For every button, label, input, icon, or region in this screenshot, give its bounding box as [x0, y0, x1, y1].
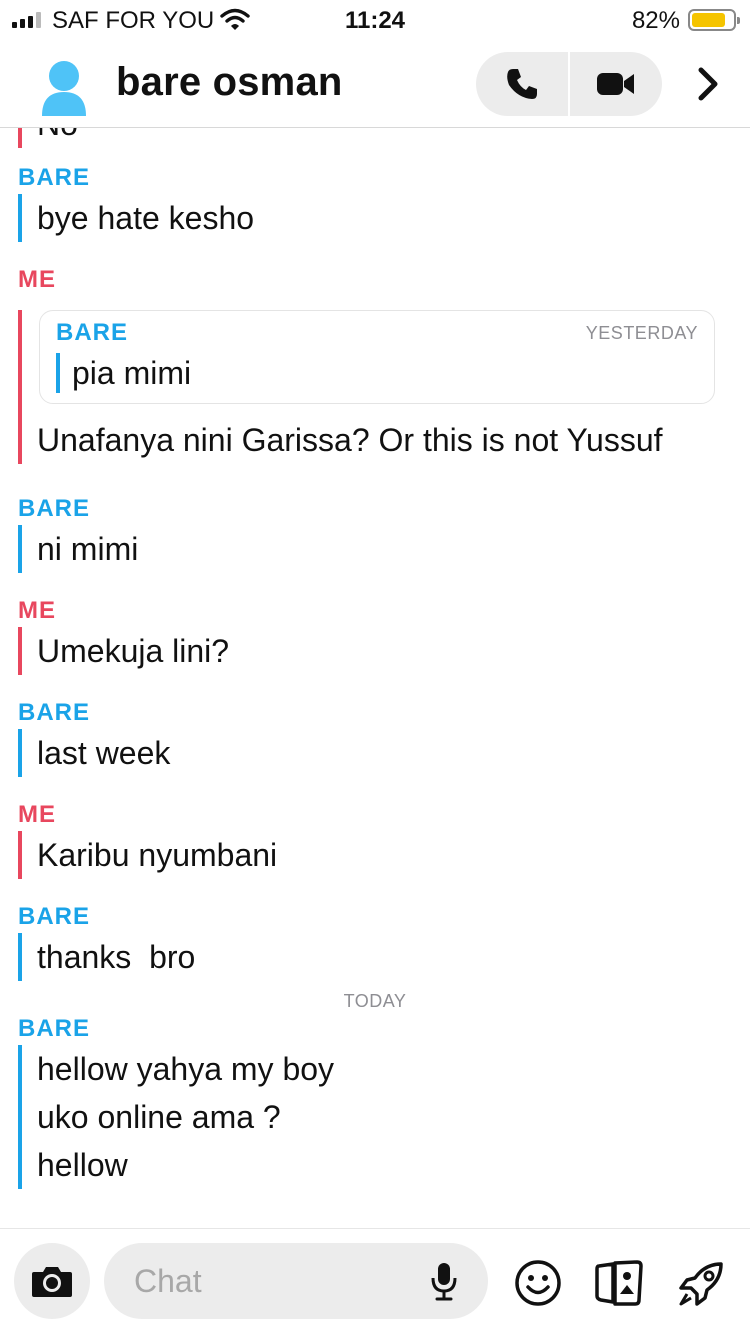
- message-group: ME Umekuja lini?: [18, 595, 732, 675]
- message-group: BARE last week: [18, 697, 732, 777]
- avatar[interactable]: [36, 58, 92, 118]
- chevron-right-icon[interactable]: [690, 64, 726, 104]
- message-text[interactable]: hellow: [37, 1141, 732, 1189]
- sender-label: ME: [18, 801, 56, 828]
- message-group: BARE bye hate kesho: [18, 162, 732, 242]
- sender-label: BARE: [18, 903, 91, 930]
- rocket-icon[interactable]: [676, 1257, 728, 1309]
- sender-label: BARE: [18, 164, 91, 191]
- message-group: No: [18, 128, 732, 148]
- battery-icon: [688, 9, 740, 31]
- sender-label: BARE: [18, 495, 91, 522]
- sender-label: BARE: [18, 699, 91, 726]
- message-block: ni mimi: [18, 525, 732, 573]
- message-block: thanks bro: [18, 933, 732, 981]
- phone-icon: [507, 69, 537, 99]
- smiley-icon[interactable]: [512, 1257, 564, 1309]
- sender-label: BARE: [18, 1015, 91, 1042]
- message-text[interactable]: thanks bro: [37, 933, 732, 981]
- message-block: bye hate kesho: [18, 194, 732, 242]
- message-text[interactable]: Umekuja lini?: [37, 627, 732, 675]
- message-text[interactable]: Unafanya nini Garissa? Or this is not Yu…: [37, 416, 732, 464]
- chat-header: bare osman: [0, 42, 750, 128]
- battery-fill: [692, 13, 725, 27]
- message-text[interactable]: Karibu nyumbani: [37, 831, 732, 879]
- quoted-message[interactable]: BARE YESTERDAY pia mimi: [39, 310, 715, 404]
- video-call-button[interactable]: [570, 52, 662, 116]
- quote-date: YESTERDAY: [585, 323, 698, 343]
- status-bar: SAF FOR YOU 11:24 82%: [0, 0, 750, 42]
- message-block: Karibu nyumbani: [18, 831, 732, 879]
- message-block: BARE YESTERDAY pia mimi Unafanya nini Ga…: [18, 310, 732, 464]
- message-group: BARE ni mimi: [18, 493, 732, 573]
- microphone-icon[interactable]: [430, 1261, 458, 1301]
- message-block: Umekuja lini?: [18, 627, 732, 675]
- message-text[interactable]: No: [37, 128, 732, 148]
- call-buttons: [476, 52, 662, 116]
- message-block: last week: [18, 729, 732, 777]
- video-camera-icon: [597, 73, 634, 95]
- message-text[interactable]: hellow yahya my boy: [37, 1045, 732, 1093]
- message-group: BARE hellow yahya my boy uko online ama …: [18, 1013, 732, 1189]
- chat-input[interactable]: [134, 1243, 414, 1319]
- message-text[interactable]: last week: [37, 729, 732, 777]
- message-block: No: [18, 128, 732, 148]
- date-separator: TODAY: [343, 991, 407, 1011]
- message-block: hellow yahya my boy uko online ama ? hel…: [18, 1045, 732, 1189]
- quote-text: pia mimi: [56, 353, 698, 393]
- message-group: ME Karibu nyumbani: [18, 799, 732, 879]
- camera-button[interactable]: [14, 1243, 90, 1319]
- sender-label: ME: [18, 266, 56, 293]
- camera-icon: [32, 1267, 72, 1297]
- chat-input-container: [104, 1243, 488, 1319]
- composer-bar: [0, 1228, 750, 1334]
- message-text[interactable]: bye hate kesho: [37, 194, 732, 242]
- contact-name[interactable]: bare osman: [116, 60, 343, 105]
- sender-label: ME: [18, 597, 56, 624]
- message-text[interactable]: ni mimi: [37, 525, 732, 573]
- message-list[interactable]: No BARE bye hate kesho ME BARE YESTERDAY…: [0, 128, 750, 1228]
- message-group: ME BARE YESTERDAY pia mimi Unafanya nini…: [18, 264, 732, 464]
- battery-percentage: 82%: [631, 7, 680, 34]
- message-text[interactable]: uko online ama ?: [37, 1093, 732, 1141]
- voice-call-button[interactable]: [476, 52, 568, 116]
- message-group: BARE thanks bro: [18, 901, 732, 981]
- stickers-icon[interactable]: [593, 1257, 645, 1309]
